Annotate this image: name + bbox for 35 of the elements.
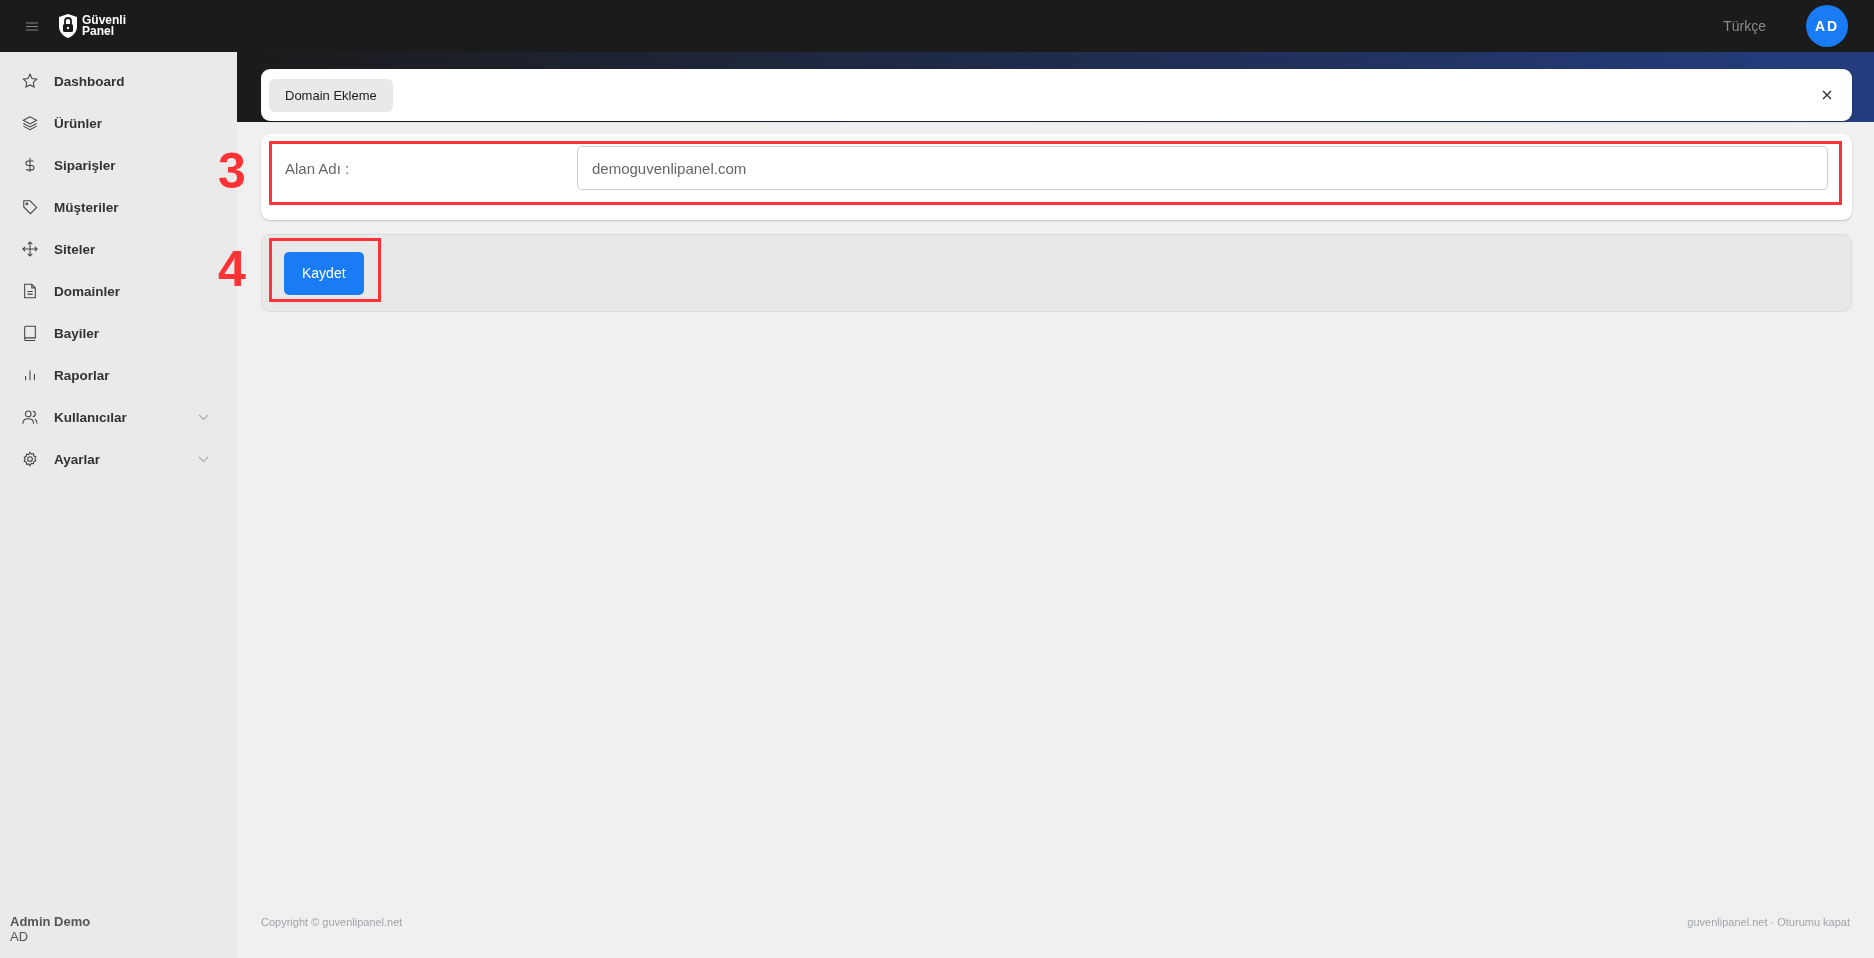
sidebar-item[interactable]: Siparişler	[0, 144, 215, 186]
move-arrows-icon	[22, 241, 38, 257]
dollar-icon	[22, 157, 38, 173]
language-selector[interactable]: Türkçe	[1723, 18, 1766, 34]
sidebar-item[interactable]: Müşteriler	[0, 186, 215, 228]
tag-icon	[22, 199, 38, 215]
sidebar-item[interactable]: Ürünler	[0, 102, 215, 144]
step-number: 4	[218, 244, 246, 294]
sidebar-item[interactable]: Domainler	[0, 270, 215, 312]
sidebar-item[interactable]: Raporlar	[0, 354, 215, 396]
document-icon	[22, 283, 38, 299]
book-icon	[22, 325, 38, 341]
logo-text: Güvenli Panel	[82, 15, 126, 37]
close-icon[interactable]	[1822, 90, 1832, 100]
settings-icon	[22, 451, 38, 467]
user-name: Admin Demo	[10, 914, 92, 929]
star-icon	[22, 73, 38, 89]
tab[interactable]: Domain Ekleme	[269, 78, 393, 112]
field-label: Alan Adı :	[285, 159, 351, 177]
sidebar-item[interactable]: Dashboard	[0, 60, 215, 102]
sidebar-item[interactable]: Ayarlar	[0, 438, 215, 480]
shield-lock-icon	[58, 13, 78, 39]
copyright-text: Copyright © guvenlipanel.net	[261, 916, 403, 928]
menu-icon[interactable]	[26, 21, 38, 31]
separator: ·	[1770, 916, 1775, 928]
user-avatar[interactable]: AD	[1806, 5, 1848, 47]
save-button[interactable]: Kaydet	[284, 251, 364, 295]
domain-input-field[interactable]: demoguvenlipanel.com	[577, 146, 1828, 190]
users-icon	[22, 409, 38, 425]
sidebar-item[interactable]: Bayiler	[0, 312, 215, 354]
sidebar-item[interactable]: Siteler	[0, 228, 215, 270]
sidebar-item[interactable]: Kullanıcılar	[0, 396, 215, 438]
step-number: 3	[218, 146, 246, 196]
layers-icon	[22, 115, 38, 131]
user-initials: AD	[10, 929, 30, 944]
